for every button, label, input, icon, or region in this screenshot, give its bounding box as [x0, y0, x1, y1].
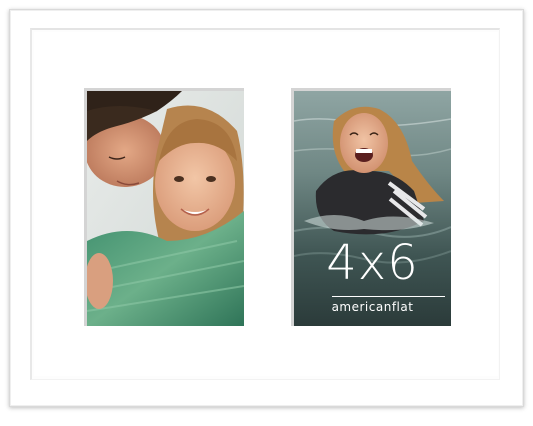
brand-name: americanflat	[331, 300, 414, 314]
size-label: 4x6	[326, 235, 419, 291]
mother-daughter-photo	[87, 91, 244, 326]
photo-window-right: 4x6 americanflat	[291, 88, 451, 326]
brand-divider	[332, 296, 445, 297]
photo-window-left	[84, 88, 244, 326]
